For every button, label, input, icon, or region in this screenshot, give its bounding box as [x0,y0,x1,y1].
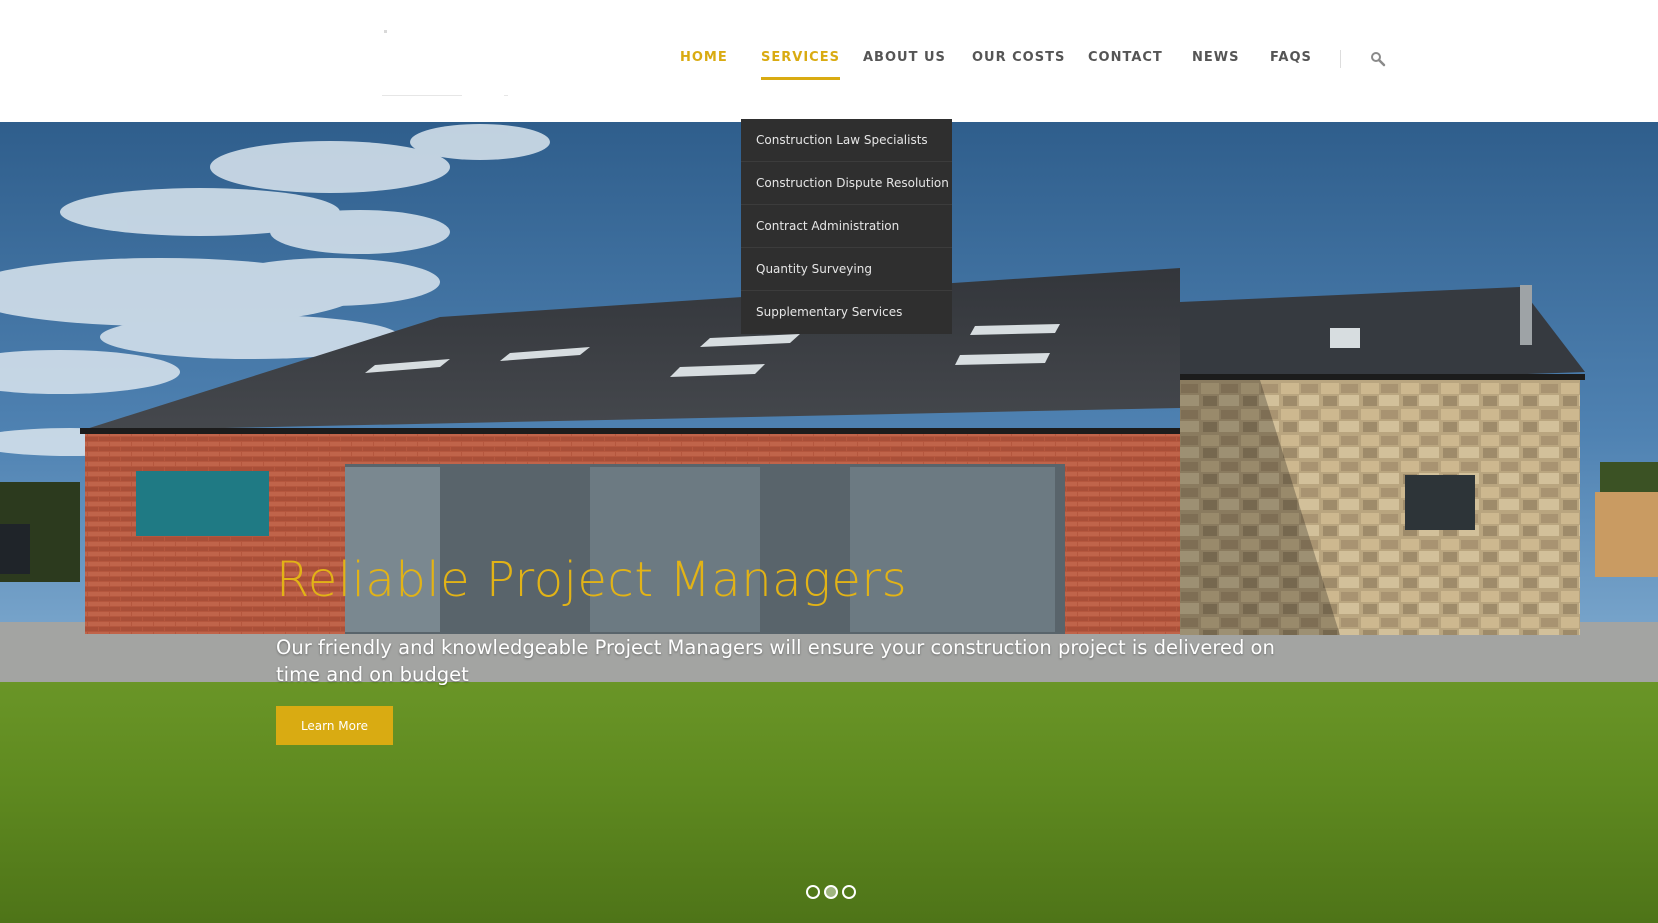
services-dropdown: Construction Law Specialists Constructio… [741,119,952,334]
menu-construction-law-specialists[interactable]: Construction Law Specialists [741,119,952,162]
nav-services[interactable]: SERVICES [761,50,840,80]
hero-subtitle: Our friendly and knowledgeable Project M… [276,635,1275,686]
nav-our-costs[interactable]: OUR COSTS [972,50,1065,65]
nav-separator [1340,50,1341,68]
logo-underline-dot [504,95,508,96]
menu-contract-administration[interactable]: Contract Administration [741,205,952,248]
menu-supplementary-services[interactable]: Supplementary Services [741,291,952,334]
slide-dot-2[interactable] [824,885,838,899]
logo-mark [384,30,387,33]
menu-construction-dispute-resolution[interactable]: Construction Dispute Resolution [741,162,952,205]
nav-about-us[interactable]: ABOUT US [863,50,946,65]
slide-dot-1[interactable] [806,885,820,899]
nav-home[interactable]: HOME [680,50,728,65]
site-header: HOME SERVICES ABOUT US OUR COSTS CONTACT… [0,0,1658,122]
search-icon[interactable] [1370,51,1386,67]
menu-quantity-surveying[interactable]: Quantity Surveying [741,248,952,291]
learn-more-button[interactable]: Learn More [276,706,393,745]
nav-contact[interactable]: CONTACT [1088,50,1163,65]
logo-underline [382,95,462,96]
site-logo[interactable] [382,28,512,100]
nav-news[interactable]: NEWS [1192,50,1239,65]
nav-faqs[interactable]: FAQS [1270,50,1312,65]
hero-title: Reliable Project Managers [276,552,908,609]
slide-dot-3[interactable] [842,885,856,899]
